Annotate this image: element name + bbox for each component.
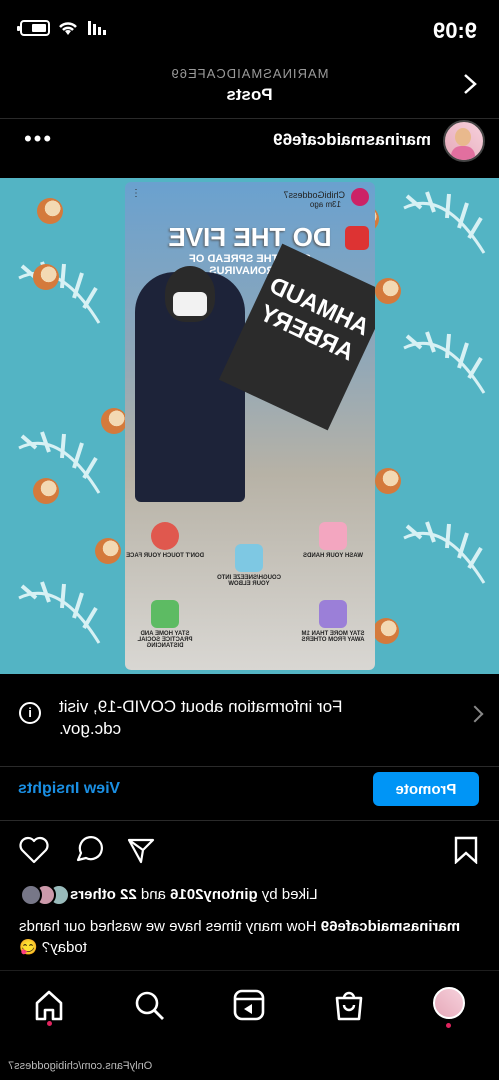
palm-leaf-decoration [18, 261, 101, 324]
palm-leaf-decoration [18, 431, 101, 494]
home-icon[interactable] [29, 985, 69, 1025]
profile-tab-avatar[interactable] [433, 987, 465, 1019]
tip-stay-home: STAY HOME AND PRACTICE SOCIAL DISTANCING [125, 600, 205, 649]
avatar[interactable] [443, 120, 485, 162]
post-actions [0, 828, 499, 874]
story-poster-time: 13m ago [309, 200, 341, 209]
coconut-decoration [33, 264, 59, 290]
covid-info-banner[interactable]: For information about COVID-19, visit cd… [0, 680, 499, 760]
tip-distance: STAY MORE THAN 1M AWAY FROM OTHERS [293, 600, 373, 643]
mirrored-screen: 9:09 MARINASMAIDCAFE69 Posts marinasmaid… [0, 0, 499, 1080]
post-caption: marinasmaidcafe69 How many times have we… [19, 916, 479, 958]
view-insights-link[interactable]: View Insights [18, 780, 120, 798]
promote-row: View Insights Promote [0, 770, 499, 818]
coconut-decoration [375, 468, 401, 494]
post-media[interactable]: ⋮ ChibiGoddess7 13m ago DO THE FIVE STOP… [0, 178, 499, 674]
coconut-decoration [101, 408, 127, 434]
face-mask [173, 292, 207, 316]
page-title: Posts [226, 85, 273, 104]
avatar [20, 884, 42, 906]
tip-dont-touch-face: DON'T TOUCH YOUR FACE [125, 522, 205, 559]
promote-button[interactable]: Promote [373, 772, 479, 806]
tab-dot [446, 1023, 451, 1028]
heart-icon[interactable] [19, 836, 49, 864]
reels-icon[interactable] [229, 985, 269, 1025]
chevron-icon [466, 705, 484, 723]
nav-header: MARINASMAIDCAFE69 Posts [0, 60, 499, 116]
covid-info-text: For information about COVID-19, visit cd… [59, 697, 343, 738]
status-time: 9:09 [432, 18, 477, 43]
story-screenshot: ⋮ ChibiGoddess7 13m ago DO THE FIVE STOP… [125, 182, 375, 670]
liker-username[interactable]: gintony2016 [170, 886, 258, 903]
caption-username[interactable]: marinasmaidcafe69 [321, 918, 460, 935]
prevention-tips: WASH YOUR HANDS DON'T TOUCH YOUR FACE CO… [125, 522, 375, 662]
story-header: ⋮ ChibiGoddess7 13m ago [125, 182, 375, 212]
info-icon: i [19, 702, 41, 724]
status-icons [20, 20, 106, 36]
watermark-text: OnlyFans.com/chibigoddess7 [8, 1060, 153, 1072]
story-avatar [351, 188, 369, 206]
divider [0, 766, 499, 767]
wifi-icon [59, 22, 77, 35]
no-touch-face-icon [151, 522, 179, 550]
coconut-decoration [37, 198, 63, 224]
story-more-icon: ⋮ [131, 188, 141, 199]
divider [0, 820, 499, 821]
hand-wash-icon [319, 522, 347, 550]
comment-icon[interactable] [75, 836, 103, 864]
coconut-decoration [95, 538, 121, 564]
search-icon[interactable] [129, 985, 169, 1025]
do-the-five-title: DO THE FIVE [168, 222, 332, 252]
coconut-decoration [375, 278, 401, 304]
elbow-icon [235, 544, 263, 572]
post-username[interactable]: marinasmaidcafe69 [273, 130, 431, 150]
liker-avatars [20, 884, 70, 906]
coconut-decoration [373, 618, 399, 644]
house-icon [151, 600, 179, 628]
back-chevron-icon[interactable] [457, 72, 481, 96]
palm-leaf-decoration [403, 331, 486, 394]
palm-leaf-decoration [18, 581, 101, 644]
post-header: marinasmaidcafe69 ••• [0, 118, 499, 174]
likes-text: Liked by gintony2016 and 22 others [70, 886, 318, 903]
caption-text: How many times have we washed our hands … [19, 918, 317, 956]
story-poster-name: ChibiGoddess7 [283, 190, 345, 200]
tip-wash-hands: WASH YOUR HANDS [293, 522, 373, 559]
coconut-decoration [33, 478, 59, 504]
tip-cough-elbow: COUGH/SNEEZE INTO YOUR ELBOW [209, 544, 289, 587]
share-icon[interactable] [127, 836, 155, 864]
palm-leaf-decoration [403, 191, 486, 254]
bookmark-icon[interactable] [453, 836, 479, 864]
likes-row[interactable]: Liked by gintony2016 and 22 others [0, 880, 499, 910]
tab-dot [47, 1021, 52, 1026]
shop-icon[interactable] [329, 985, 369, 1025]
status-bar: 9:09 [0, 0, 499, 60]
signal-icon [88, 21, 106, 35]
more-options-icon[interactable]: ••• [22, 126, 51, 152]
battery-icon [20, 20, 50, 36]
palm-leaf-decoration [403, 521, 486, 584]
ruler-icon [319, 600, 347, 628]
bottom-tab-bar [0, 970, 499, 1050]
account-handle: MARINASMAIDCAFE69 [170, 66, 329, 81]
likes-others[interactable]: 22 others [70, 886, 137, 903]
